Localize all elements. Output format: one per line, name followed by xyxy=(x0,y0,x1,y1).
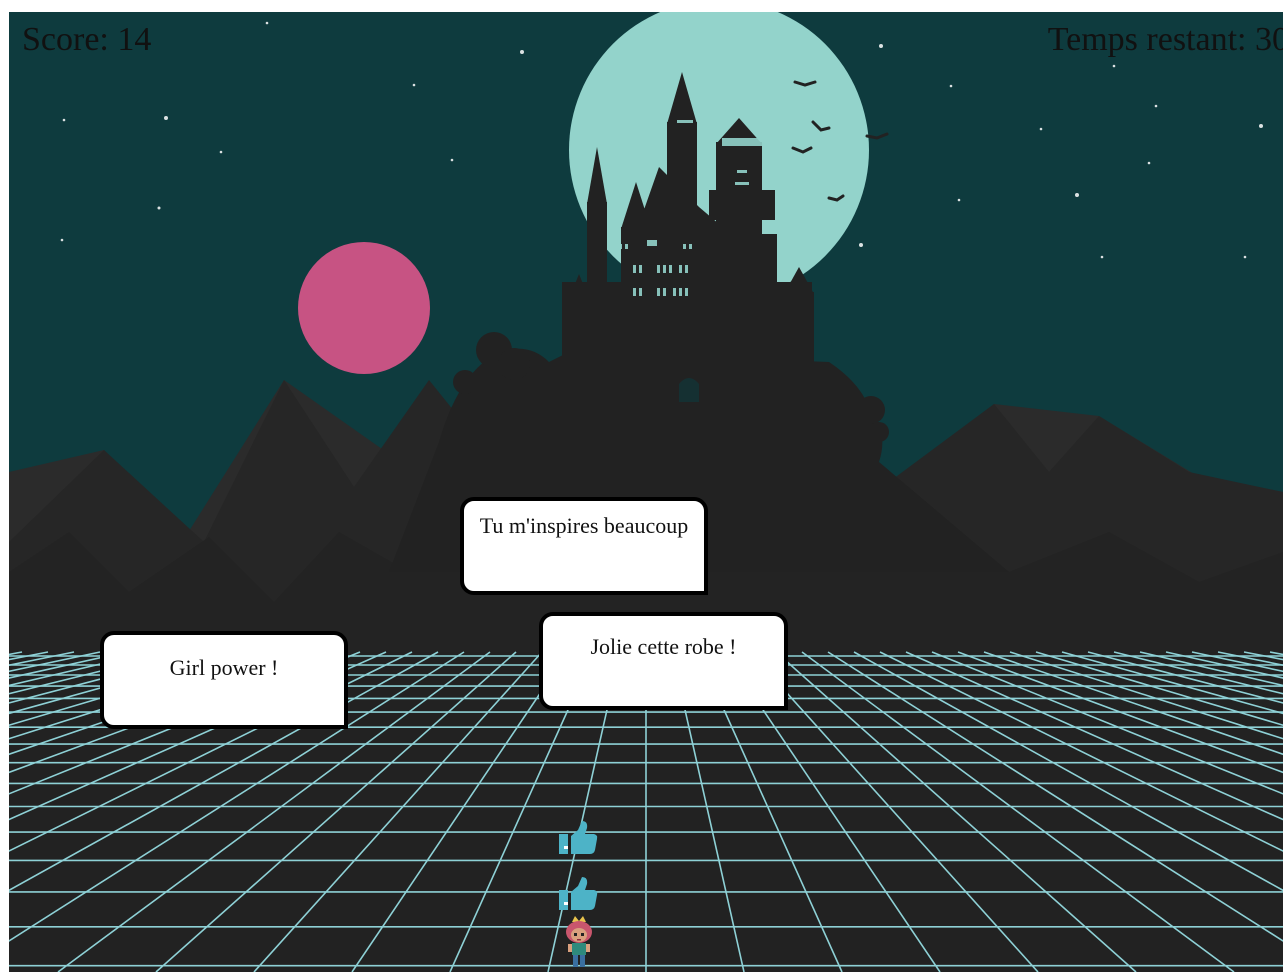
game-canvas[interactable]: Score: 14 Temps restant: 30 Tu m'inspire… xyxy=(9,12,1283,972)
thumbs-up-icon xyxy=(559,821,598,854)
compliment-text: Girl power ! xyxy=(169,655,279,680)
thumbs-up-icon xyxy=(559,877,598,910)
time-remaining-display: Temps restant: 30 xyxy=(1047,21,1283,58)
compliment-bubble[interactable]: Girl power ! xyxy=(100,631,348,729)
score-display: Score: 14 xyxy=(22,21,152,58)
pink-planet xyxy=(298,242,430,374)
compliment-bubble[interactable]: Tu m'inspires beaucoup xyxy=(460,497,708,595)
game-background xyxy=(9,12,1283,972)
player-character[interactable] xyxy=(560,914,598,972)
compliment-bubble[interactable]: Jolie cette robe ! xyxy=(539,612,788,710)
compliment-text: Jolie cette robe ! xyxy=(590,634,737,659)
compliment-text: Tu m'inspires beaucoup xyxy=(479,513,689,538)
